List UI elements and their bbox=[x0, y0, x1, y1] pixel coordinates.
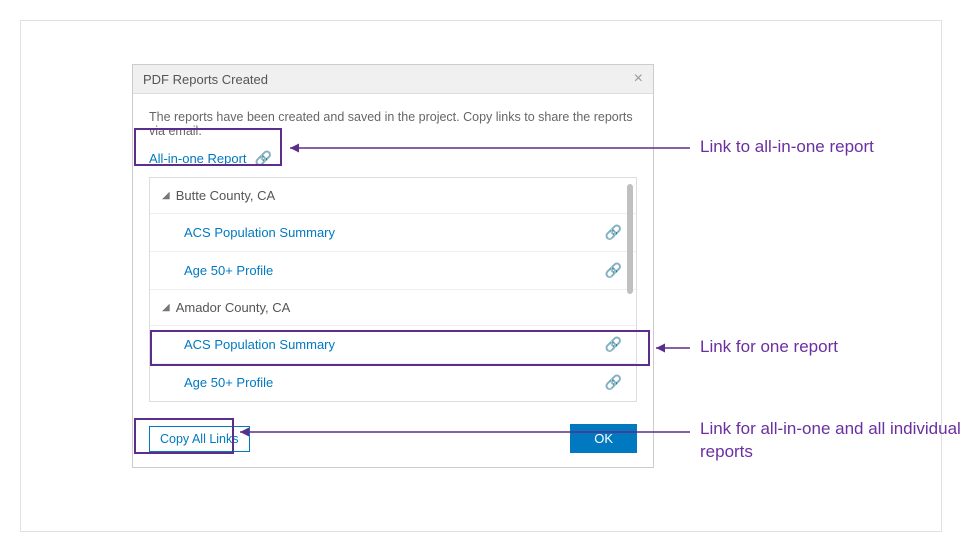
dialog-description: The reports have been created and saved … bbox=[149, 110, 637, 138]
annotation-copy-all: Link for all-in-one and all individual r… bbox=[700, 418, 962, 464]
county-name: Butte County, CA bbox=[176, 188, 275, 203]
report-item: Age 50+ Profile 🔗 bbox=[150, 363, 636, 401]
scrollbar[interactable] bbox=[627, 184, 633, 294]
chevron-down-icon: ◢ bbox=[162, 190, 170, 201]
report-item: ACS Population Summary 🔗 bbox=[150, 213, 636, 251]
dialog-header: PDF Reports Created × bbox=[133, 65, 653, 94]
ok-button[interactable]: OK bbox=[570, 424, 637, 453]
report-list: ◢ Butte County, CA ACS Population Summar… bbox=[149, 177, 637, 402]
dialog-title: PDF Reports Created bbox=[143, 72, 268, 87]
report-link[interactable]: Age 50+ Profile bbox=[184, 263, 273, 278]
report-link[interactable]: ACS Population Summary bbox=[184, 225, 335, 240]
county-header-butte[interactable]: ◢ Butte County, CA bbox=[150, 178, 636, 213]
link-icon[interactable]: 🔗 bbox=[255, 150, 272, 167]
link-icon[interactable]: 🔗 bbox=[605, 262, 622, 279]
report-link[interactable]: ACS Population Summary bbox=[184, 337, 335, 352]
all-in-one-report-link[interactable]: All-in-one Report bbox=[149, 151, 247, 166]
dialog-body: The reports have been created and saved … bbox=[133, 94, 653, 414]
pdf-reports-dialog: PDF Reports Created × The reports have b… bbox=[132, 64, 654, 468]
county-header-amador[interactable]: ◢ Amador County, CA bbox=[150, 289, 636, 325]
close-icon[interactable]: × bbox=[634, 71, 643, 87]
all-in-one-row: All-in-one Report 🔗 bbox=[149, 150, 272, 167]
copy-all-links-button[interactable]: Copy All Links bbox=[149, 426, 250, 452]
link-icon[interactable]: 🔗 bbox=[605, 224, 622, 241]
report-item: ACS Population Summary 🔗 bbox=[150, 325, 636, 363]
annotation-all-in-one: Link to all-in-one report bbox=[700, 136, 874, 159]
link-icon[interactable]: 🔗 bbox=[605, 336, 622, 353]
chevron-down-icon: ◢ bbox=[162, 302, 170, 313]
annotation-one-report: Link for one report bbox=[700, 336, 838, 359]
dialog-footer: Copy All Links OK bbox=[133, 414, 653, 467]
report-link[interactable]: Age 50+ Profile bbox=[184, 375, 273, 390]
link-icon[interactable]: 🔗 bbox=[605, 374, 622, 391]
report-item: Age 50+ Profile 🔗 bbox=[150, 251, 636, 289]
county-name: Amador County, CA bbox=[176, 300, 291, 315]
